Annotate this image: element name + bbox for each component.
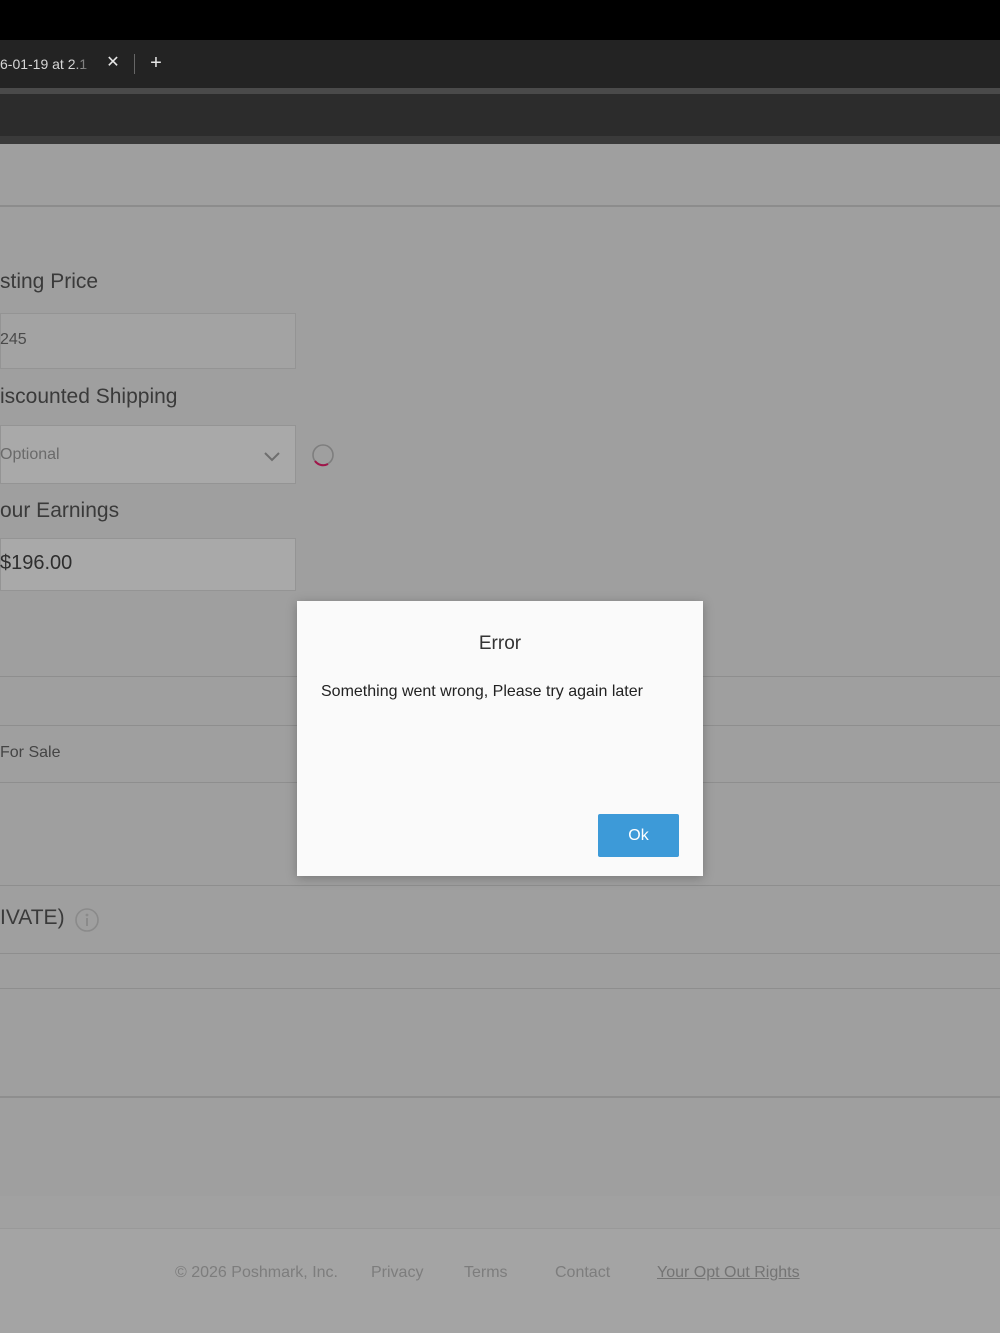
footer-link-opt-out[interactable]: Your Opt Out Rights — [657, 1264, 800, 1282]
discounted-shipping-label: iscounted Shipping — [0, 385, 178, 408]
private-section-label: IVATE) — [0, 906, 65, 929]
footer-copyright: © 2026 Poshmark, Inc. — [175, 1264, 338, 1281]
footer: © 2026 Poshmark, Inc. Privacy Terms Cont… — [0, 1228, 1000, 1333]
footer-link-terms[interactable]: Terms — [464, 1264, 508, 1282]
tab-title: 6-01-19 at 2.1 — [0, 56, 88, 72]
browser-toolbar — [0, 94, 1000, 136]
footer-spacer — [0, 1196, 1000, 1228]
tab-bar: 6-01-19 at 2.1 ✕ + — [0, 40, 1000, 88]
window-top-bar — [0, 0, 1000, 40]
listing-price-input[interactable] — [0, 313, 296, 369]
tab-separator — [134, 54, 135, 74]
listing-price-value: 245 — [0, 331, 27, 348]
loading-spinner-icon — [312, 444, 334, 467]
ok-button[interactable]: Ok — [598, 814, 679, 857]
earnings-value: $196.00 — [0, 552, 73, 574]
browser-tab[interactable]: 6-01-19 at 2.1 ✕ — [0, 40, 128, 88]
info-icon[interactable] — [74, 907, 100, 933]
dialog-title: Error — [478, 633, 522, 654]
section-divider — [0, 988, 1000, 989]
dialog-message: Something went wrong, Please try again l… — [321, 683, 643, 700]
footer-link-privacy[interactable]: Privacy — [371, 1264, 423, 1282]
toolbar-divider — [0, 136, 1000, 144]
listing-price-label: sting Price — [0, 270, 99, 293]
chevron-down-icon[interactable] — [262, 446, 282, 466]
header-divider — [0, 205, 1000, 207]
footer-link-contact[interactable]: Contact — [555, 1264, 610, 1282]
error-dialog: Error Something went wrong, Please try a… — [297, 601, 703, 876]
close-icon[interactable]: ✕ — [104, 52, 122, 74]
section-divider — [0, 1096, 1000, 1098]
section-divider — [0, 885, 1000, 886]
section-divider — [0, 953, 1000, 954]
discounted-shipping-placeholder: Optional — [0, 446, 60, 463]
for-sale-label: For Sale — [0, 744, 61, 761]
plus-icon[interactable]: + — [145, 51, 167, 75]
earnings-label: our Earnings — [0, 499, 120, 522]
